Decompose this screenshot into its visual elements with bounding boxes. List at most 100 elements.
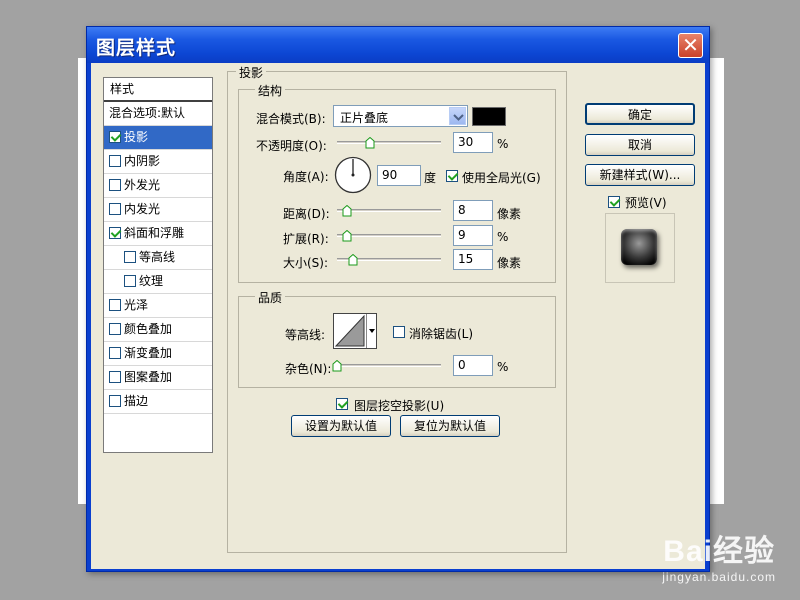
blend-mode-value: 正片叠底 [340,111,389,125]
contour-dropdown-arrow[interactable] [366,314,376,348]
style-item[interactable]: 内发光 [104,198,212,222]
preview-label[interactable]: 预览(V) [625,194,667,211]
drop-shadow-group: 投影 结构 混合模式(B): 正片叠底 不透明度(O): 30 % 角度(A): [227,64,567,553]
style-item-checkbox[interactable] [124,251,136,263]
chevron-down-icon[interactable] [449,107,466,125]
style-preview [605,213,675,283]
antialias-label[interactable]: 消除锯齿(L) [409,325,473,342]
opacity-unit: % [497,137,509,151]
contour-label: 等高线: [285,328,326,342]
style-item-checkbox[interactable] [124,275,136,287]
style-item[interactable]: 渐变叠加 [104,342,212,366]
distance-label: 距离(D): [283,207,330,221]
distance-input[interactable]: 8 [453,200,493,221]
close-icon: ✕ [682,33,699,57]
style-item-checkbox[interactable] [109,347,121,359]
angle-label: 角度(A): [283,170,329,184]
style-item[interactable]: 图案叠加 [104,366,212,390]
style-item[interactable]: 内阴影 [104,150,212,174]
style-item[interactable]: 光泽 [104,294,212,318]
style-item-label: 外发光 [124,178,161,192]
set-default-button[interactable]: 设置为默认值 [291,415,391,437]
blend-mode-select[interactable]: 正片叠底 [333,105,468,127]
style-item-checkbox[interactable] [109,299,121,311]
close-button[interactable]: ✕ [678,33,703,58]
preview-swatch [621,229,657,265]
style-item-blending-options[interactable]: 混合选项:默认 [104,102,212,126]
spread-slider-track[interactable] [337,234,441,237]
knockout-label[interactable]: 图层挖空投影(U) [354,397,444,414]
noise-input[interactable]: 0 [453,355,493,376]
distance-unit: 像素 [497,207,522,221]
spread-unit: % [497,230,509,244]
style-item-checkbox[interactable] [109,227,121,239]
layer-style-dialog: 图层样式 ✕ 样式 混合选项:默认 投影内阴影外发光内发光斜面和浮雕等高线纹理光… [86,26,710,572]
style-item[interactable]: 颜色叠加 [104,318,212,342]
style-item-label: 内阴影 [124,154,161,168]
size-input[interactable]: 15 [453,249,493,270]
style-item-checkbox[interactable] [109,179,121,191]
contour-picker[interactable] [333,313,377,349]
structure-group: 结构 混合模式(B): 正片叠底 不透明度(O): 30 % 角度(A): 90… [238,82,556,283]
style-item-checkbox[interactable] [109,323,121,335]
style-item-label: 内发光 [124,202,161,216]
spread-label: 扩展(R): [283,232,329,246]
style-item-label: 颜色叠加 [124,322,173,336]
preview-checkbox[interactable] [608,196,620,208]
style-item-checkbox[interactable] [109,155,121,167]
title-bar[interactable]: 图层样式 ✕ [87,27,709,63]
style-item-label: 等高线 [139,250,176,264]
baidu-watermark: Bai经验 jingyan.baidu.com [662,526,776,584]
dialog-client: 样式 混合选项:默认 投影内阴影外发光内发光斜面和浮雕等高线纹理光泽颜色叠加渐变… [91,63,705,569]
opacity-slider-track[interactable] [337,141,441,144]
spread-input[interactable]: 9 [453,225,493,246]
antialias-checkbox[interactable] [393,326,405,338]
global-light-label[interactable]: 使用全局光(G) [462,169,541,186]
distance-slider-track[interactable] [337,209,441,212]
style-item[interactable]: 描边 [104,390,212,414]
style-item-label: 渐变叠加 [124,346,173,360]
noise-slider-track[interactable] [337,364,441,367]
style-item-label: 描边 [124,394,149,408]
knockout-checkbox[interactable] [336,398,348,410]
angle-input[interactable]: 90 [377,165,421,186]
style-list-header[interactable]: 样式 [104,78,212,102]
watermark-logo: Bai经验 [663,535,775,568]
global-light-checkbox[interactable] [446,170,458,182]
noise-slider-thumb[interactable] [332,360,342,372]
style-item-checkbox[interactable] [109,203,121,215]
style-item-checkbox[interactable] [109,131,121,143]
size-slider-thumb[interactable] [348,254,358,266]
spread-slider-thumb[interactable] [342,230,352,242]
cancel-button[interactable]: 取消 [585,134,695,156]
new-style-button[interactable]: 新建样式(W)... [585,164,695,186]
noise-label: 杂色(N): [285,362,332,376]
opacity-slider-thumb[interactable] [365,137,375,149]
contour-preview-icon [334,314,365,347]
style-item[interactable]: 外发光 [104,174,212,198]
style-item-label: 光泽 [124,298,149,312]
style-item[interactable]: 投影 [104,126,212,150]
shadow-color-swatch[interactable] [472,107,506,126]
dialog-title: 图层样式 [96,37,177,59]
size-unit: 像素 [497,256,522,270]
opacity-label: 不透明度(O): [256,139,327,153]
style-item-checkbox[interactable] [109,371,121,383]
style-list: 样式 混合选项:默认 投影内阴影外发光内发光斜面和浮雕等高线纹理光泽颜色叠加渐变… [103,77,213,453]
style-item-checkbox[interactable] [109,395,121,407]
distance-slider-thumb[interactable] [342,205,352,217]
opacity-input[interactable]: 30 [453,132,493,153]
quality-title: 品质 [255,289,286,306]
style-item[interactable]: 斜面和浮雕 [104,222,212,246]
style-item[interactable]: 纹理 [104,270,212,294]
style-item-label: 斜面和浮雕 [124,226,185,240]
angle-dial[interactable] [334,156,372,194]
blend-mode-label: 混合模式(B): [256,112,326,126]
structure-title: 结构 [255,82,286,99]
ok-button[interactable]: 确定 [585,103,695,125]
angle-unit: 度 [424,171,437,185]
noise-unit: % [497,360,509,374]
watermark-url: jingyan.baidu.com [662,570,776,584]
reset-default-button[interactable]: 复位为默认值 [400,415,500,437]
style-item[interactable]: 等高线 [104,246,212,270]
